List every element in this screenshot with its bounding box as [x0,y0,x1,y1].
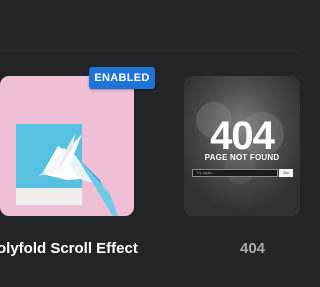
404-card-thumbnail[interactable]: 404 PAGE NOT FOUND Try again... Go [184,76,300,216]
origami-bird-icon [16,124,118,216]
404-search-input: Try again... [192,169,278,177]
404-card-title[interactable]: 404 [240,240,265,257]
polyfold-card-title[interactable]: olyfold Scroll Effect [0,240,138,257]
404-heading: 404 [210,114,275,158]
enabled-badge: ENABLED [89,67,155,89]
page-not-found-text: PAGE NOT FOUND [204,153,280,162]
404-search-button: Go [279,169,293,177]
polyfold-card-thumbnail[interactable] [0,76,134,216]
section-divider [0,50,300,51]
